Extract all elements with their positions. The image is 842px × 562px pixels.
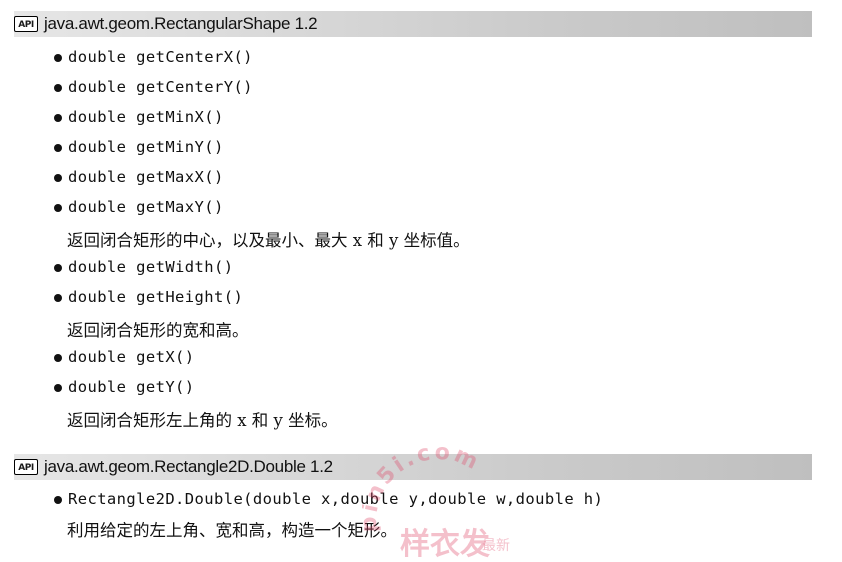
watermark-side: 最新	[482, 538, 510, 554]
method-signature: double getWidth()	[68, 258, 234, 276]
bullet-icon	[54, 354, 62, 362]
api-icon: API	[14, 16, 38, 32]
api-class-title: java.awt.geom.Rectangle2D.Double 1.2	[44, 457, 333, 476]
bullet-icon	[54, 174, 62, 182]
method-signature: double getHeight()	[68, 288, 244, 306]
method-signature: double getMinY()	[68, 138, 224, 156]
api-header: API java.awt.geom.RectangularShape 1.2	[14, 11, 812, 37]
bullet-icon	[54, 54, 62, 62]
api-icon: API	[14, 459, 38, 475]
description-text: 返回闭合矩形的宽和高。	[67, 321, 249, 340]
bullet-icon	[54, 144, 62, 152]
method-signature: double getCenterX()	[68, 48, 253, 66]
watermark-chinese: 样衣发	[400, 527, 490, 562]
method-signature: double getX()	[68, 348, 195, 366]
description-text: 返回闭合矩形的中心，以及最小、最大 x 和 y 坐标值。	[67, 231, 470, 250]
method-signature: Rectangle2D.Double(double x,double y,dou…	[68, 490, 604, 508]
bullet-icon	[54, 496, 62, 504]
method-signature: double getY()	[68, 378, 195, 396]
method-signature: double getMinX()	[68, 108, 224, 126]
description-text: 返回闭合矩形左上角的 x 和 y 坐标。	[67, 411, 338, 430]
bullet-icon	[54, 84, 62, 92]
bullet-icon	[54, 114, 62, 122]
bullet-icon	[54, 204, 62, 212]
method-signature: double getMaxX()	[68, 168, 224, 186]
api-header: API java.awt.geom.Rectangle2D.Double 1.2	[14, 454, 812, 480]
bullet-icon	[54, 384, 62, 392]
api-class-title: java.awt.geom.RectangularShape 1.2	[44, 14, 318, 33]
bullet-icon	[54, 294, 62, 302]
method-signature: double getCenterY()	[68, 78, 253, 96]
description-text: 利用给定的左上角、宽和高，构造一个矩形。	[67, 521, 397, 540]
method-signature: double getMaxY()	[68, 198, 224, 216]
bullet-icon	[54, 264, 62, 272]
